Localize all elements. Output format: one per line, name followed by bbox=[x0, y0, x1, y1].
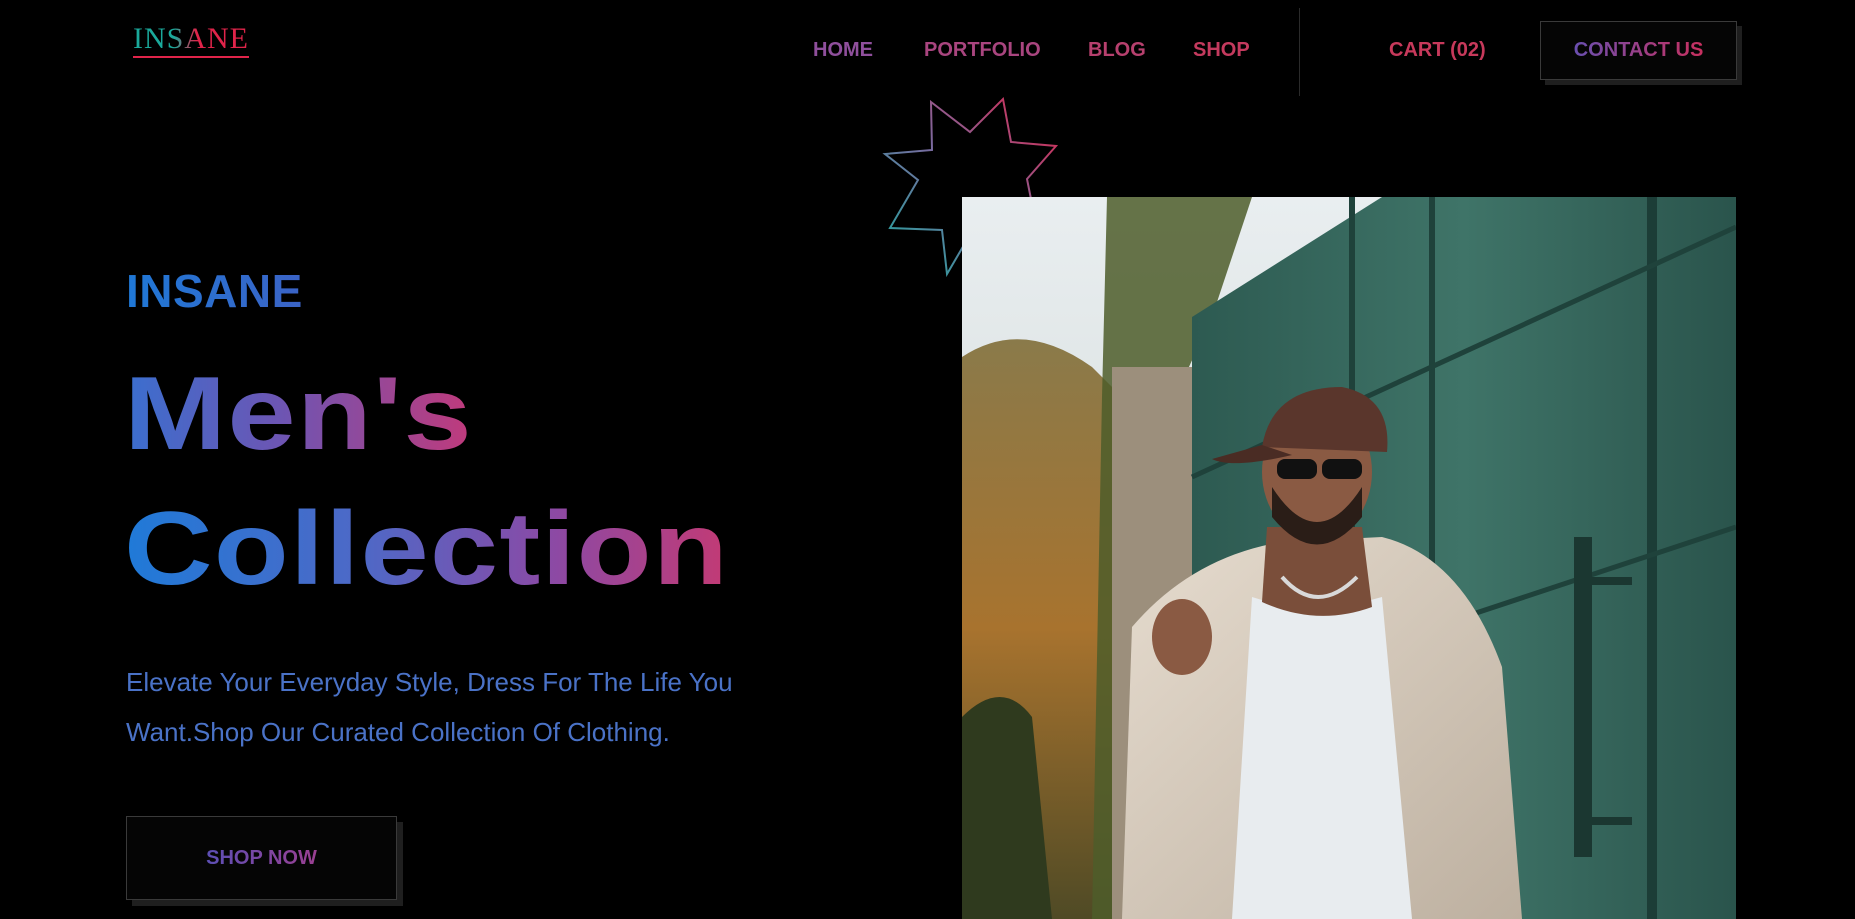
model-photo bbox=[962, 197, 1736, 919]
nav-item-portfolio[interactable]: PORTFOLIO bbox=[924, 40, 1041, 60]
shop-now-label: SHOP NOW bbox=[206, 846, 317, 869]
nav-item-shop[interactable]: SHOP bbox=[1193, 40, 1250, 60]
cart-link[interactable]: CART (02) bbox=[1389, 40, 1486, 60]
contact-us-label: CONTACT US bbox=[1573, 39, 1704, 61]
brand-logo[interactable]: INSANE bbox=[133, 24, 249, 58]
nav-divider bbox=[1299, 8, 1300, 96]
hero-title-line1: Men's bbox=[124, 356, 473, 472]
nav-item-blog[interactable]: BLOG bbox=[1088, 40, 1146, 60]
contact-us-button[interactable]: CONTACT US bbox=[1540, 21, 1737, 80]
hero-brand: INSANE bbox=[126, 265, 303, 317]
hero-subtitle: Elevate Your Everyday Style, Dress For T… bbox=[126, 667, 733, 747]
nav-item-home[interactable]: HOME bbox=[813, 40, 873, 60]
shop-now-button[interactable]: SHOP NOW bbox=[126, 816, 397, 900]
hero-title-line2: Collection bbox=[124, 491, 729, 607]
model-photo-image bbox=[962, 197, 1736, 919]
